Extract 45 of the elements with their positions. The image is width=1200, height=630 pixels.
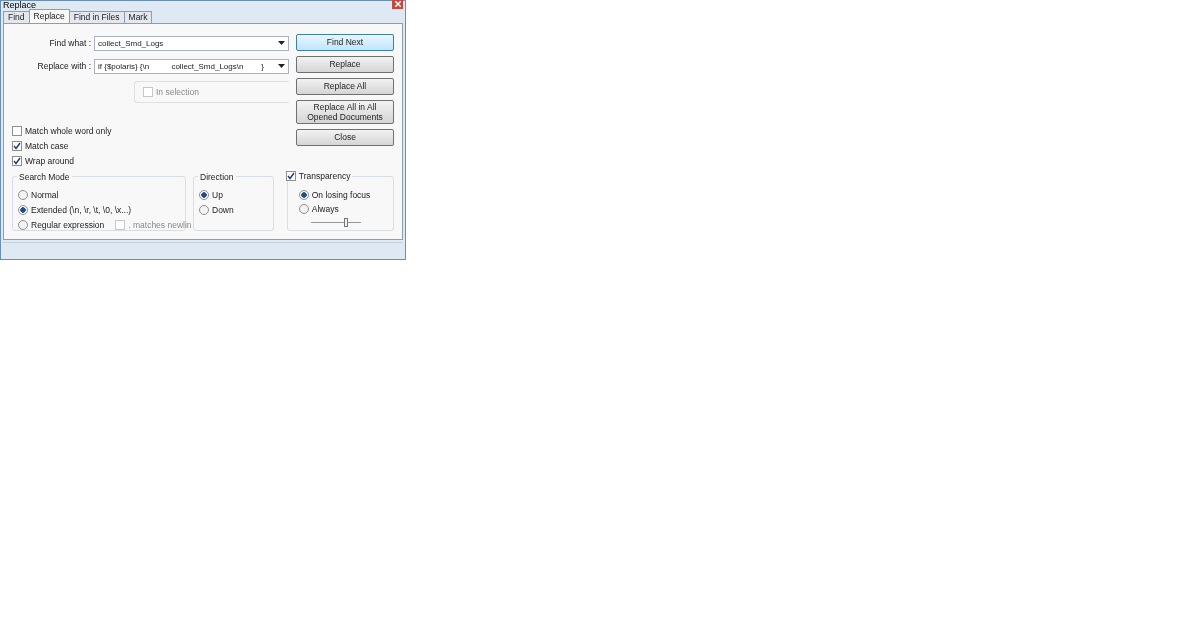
group-title: Direction [198,171,236,182]
window-title: Replace [3,0,37,9]
radio-button[interactable] [199,204,209,215]
checkbox-label: Transparency [298,170,351,181]
checkbox-label: Match case [25,140,69,151]
group-title: Search Mode [17,171,72,182]
radio-button[interactable] [298,203,309,214]
checkbox[interactable] [12,125,22,136]
dialog-button[interactable]: Replace [296,55,394,73]
opacity-slider[interactable] [310,217,361,227]
checkbox-label: Wrap around [25,155,74,166]
dialog-button[interactable]: Find Next [296,33,394,51]
radio-button[interactable] [18,204,28,215]
tab[interactable]: Replace [28,8,70,23]
field-label: Replace with : [37,61,91,72]
combo-field[interactable]: collect_Smd_Logs [94,35,289,51]
checkbox-label: Match whole word only [25,125,112,136]
checkbox[interactable] [12,140,22,151]
radio-label: Extended (\n, \r, \t, \0, \x...) [31,204,132,215]
radio-label: Always [311,203,339,214]
close-button[interactable] [392,0,403,9]
dialog-button[interactable]: Replace All [296,77,394,95]
checkbox-label: . matches newlin [128,219,192,230]
checkbox[interactable] [12,155,22,166]
radio-button[interactable] [199,189,209,200]
tab[interactable]: Find in Files [68,10,125,23]
dropdown-arrow-icon [278,64,285,69]
field-label: Find what : [49,38,91,49]
combo-field[interactable]: if {$polaris} {\n collect_Smd_Logs\n } [94,58,289,74]
dropdown-arrow-icon [278,41,285,46]
tab[interactable]: Mark [123,10,153,23]
dialog-button[interactable]: Close [296,128,394,146]
radio-label: Down [212,204,234,215]
tab[interactable]: Find [3,10,30,23]
radio-label: Regular expression [31,219,105,230]
radio-label: Up [212,189,223,200]
radio-button[interactable] [18,189,28,200]
radio-button[interactable] [18,219,28,230]
slider-thumb[interactable] [343,217,348,227]
radio-button[interactable] [298,189,309,200]
checkbox[interactable] [285,170,296,181]
radio-label: On losing focus [311,189,371,200]
radio-label: Normal [31,189,59,200]
checkbox-label: In selection [156,86,199,97]
dialog-button[interactable]: Replace All in All Opened Documents [296,99,394,124]
